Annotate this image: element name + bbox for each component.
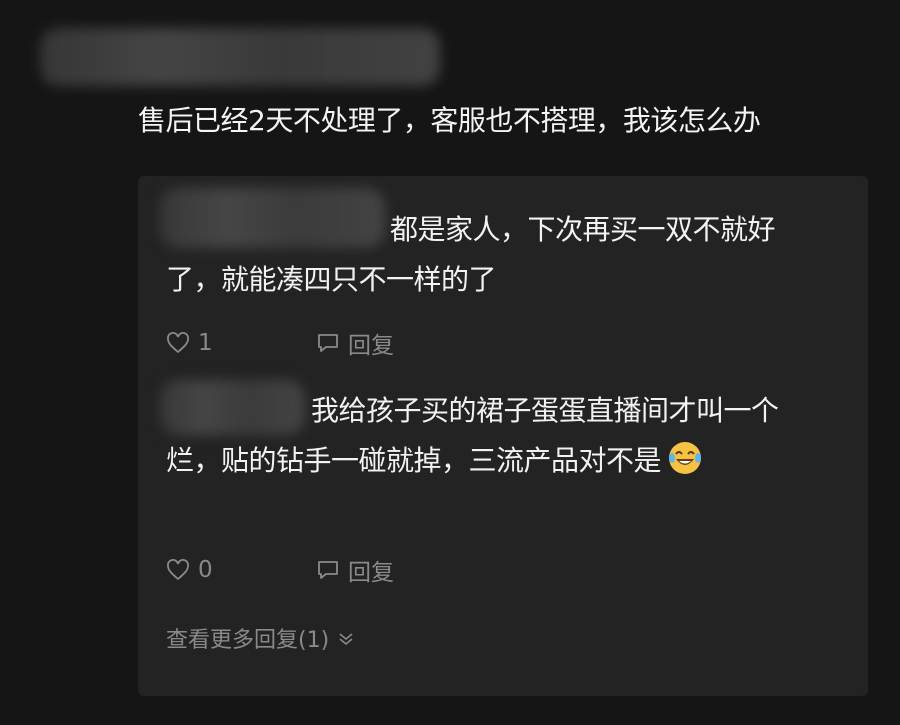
reply-button[interactable]: 回复	[316, 326, 394, 360]
reply-meta: 0 回复	[166, 553, 394, 587]
like-button[interactable]: 1	[166, 330, 213, 356]
reply-meta: 1 回复	[166, 326, 394, 360]
laughing-tears-emoji	[667, 440, 703, 492]
reply-label: 回复	[348, 560, 394, 586]
heart-icon	[167, 559, 189, 581]
view-more-replies-link[interactable]: 查看更多回复(1)	[166, 622, 355, 654]
reply-text: 都是家人，下次再买一双不就好了，就能凑四只不一样的了	[166, 205, 786, 305]
reply-label: 回复	[348, 333, 394, 359]
blurred-username	[40, 28, 440, 86]
like-count: 1	[198, 330, 213, 356]
reply-content: 都是家人，下次再买一双不就好了，就能凑四只不一样的了	[166, 213, 776, 296]
heart-icon	[167, 332, 189, 354]
reply-button[interactable]: 回复	[316, 553, 394, 587]
main-comment-text: 售后已经2天不处理了，客服也不搭理，我该怎么办	[138, 104, 761, 137]
comment-icon	[318, 561, 338, 579]
reply-text: 我给孩子买的裙子蛋蛋直播间才叫一个烂，贴的钻手一碰就掉，三流产品对不是	[166, 386, 786, 492]
view-more-replies-label: 查看更多回复(1)	[166, 628, 330, 653]
like-count: 0	[198, 557, 213, 583]
chevron-down-icon	[339, 633, 353, 646]
like-button[interactable]: 0	[166, 557, 213, 583]
comment-icon	[318, 334, 338, 352]
comment-thread: 售后已经2天不处理了，客服也不搭理，我该怎么办 都是家人，下次再买一双不就好了，…	[0, 0, 900, 725]
